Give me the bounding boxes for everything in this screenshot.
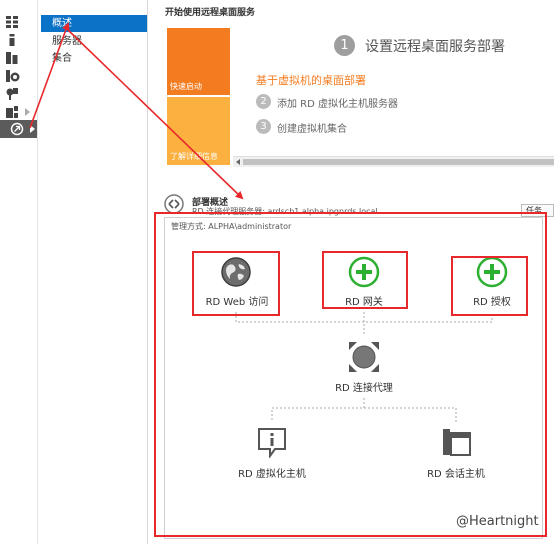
dashboard-icon xyxy=(6,16,18,28)
all-servers-icon xyxy=(6,52,18,64)
roles-icon xyxy=(6,106,18,118)
file-services-icon xyxy=(6,88,18,100)
nav-item-servers[interactable]: 服务器 xyxy=(41,33,147,50)
all-servers-button[interactable] xyxy=(6,49,32,67)
annotation-box-web-access xyxy=(192,251,280,316)
iis-button[interactable] xyxy=(6,67,32,85)
iis-icon xyxy=(6,70,20,82)
rds-navigation-pane: 概述 服务器 集合 xyxy=(38,0,148,544)
roles-button[interactable] xyxy=(6,103,32,121)
local-server-button[interactable] xyxy=(6,31,32,49)
nav-item-overview[interactable]: 概述 xyxy=(41,15,147,32)
annotation-box-licensing xyxy=(451,256,528,316)
server-manager-icon-rail xyxy=(0,0,38,544)
local-server-icon xyxy=(9,34,15,46)
remote-desktop-services-button[interactable] xyxy=(0,120,37,138)
watermark: @Heartnight xyxy=(456,514,539,529)
file-services-button[interactable] xyxy=(6,85,32,103)
remote-desktop-icon xyxy=(10,122,24,136)
dashboard-button[interactable] xyxy=(6,13,32,31)
nav-item-collections[interactable]: 集合 xyxy=(41,50,147,67)
annotation-box-gateway xyxy=(322,251,408,309)
